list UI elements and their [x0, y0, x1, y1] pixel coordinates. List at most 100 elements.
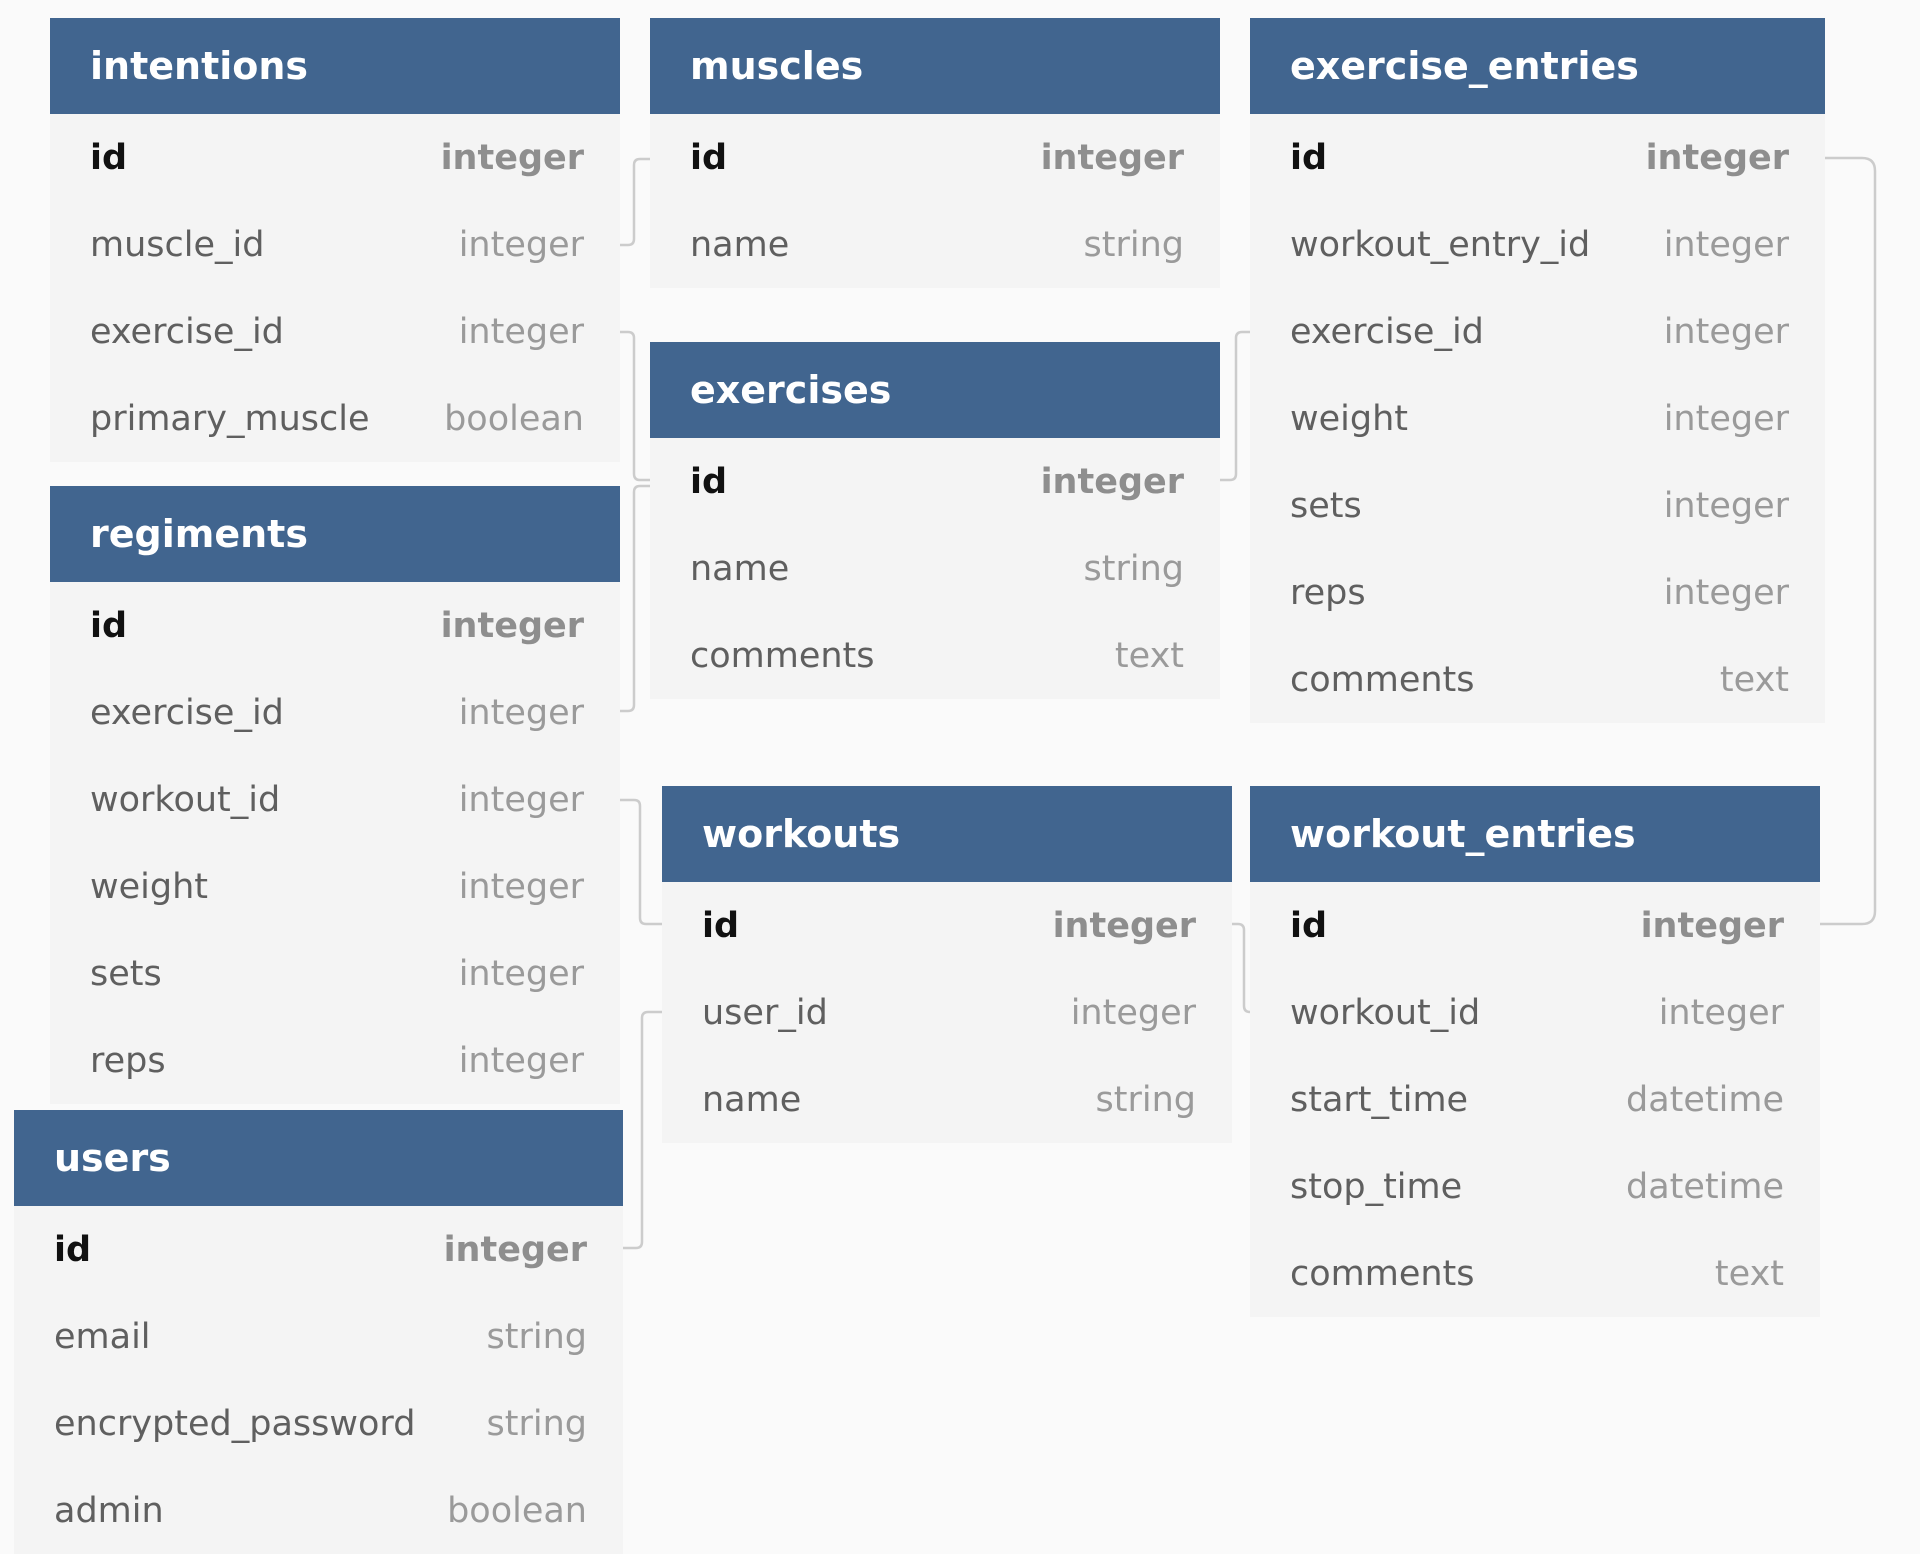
column-name: id: [702, 905, 740, 946]
column-type: integer: [458, 953, 584, 994]
column-row-id: id integer: [1250, 882, 1820, 969]
column-row-workout-entry-id: workout_entry_id integer: [1250, 201, 1825, 288]
column-name: reps: [90, 1040, 166, 1081]
column-type: string: [1095, 1079, 1196, 1120]
column-name: name: [690, 548, 790, 589]
column-name: admin: [54, 1490, 164, 1531]
table-regiments[interactable]: regiments id integer exercise_id integer work…: [50, 486, 620, 1104]
column-type: text: [1714, 1253, 1784, 1294]
column-type: string: [486, 1316, 587, 1357]
column-type: integer: [458, 692, 584, 733]
column-row-name: name string: [650, 201, 1220, 288]
column-row-exercise-id: exercise_id integer: [1250, 288, 1825, 375]
column-type: boolean: [447, 1490, 587, 1531]
column-name: comments: [1290, 1253, 1475, 1294]
column-type: integer: [1040, 137, 1184, 178]
column-name: name: [702, 1079, 802, 1120]
column-name: id: [1290, 137, 1328, 178]
column-row-admin: admin boolean: [14, 1467, 623, 1554]
column-type: integer: [458, 311, 584, 352]
column-name: weight: [90, 866, 209, 907]
column-name: id: [690, 461, 728, 502]
column-row-sets: sets integer: [1250, 462, 1825, 549]
connector-regiments-workouts: [620, 798, 662, 926]
column-name: comments: [1290, 659, 1475, 700]
column-type: integer: [1070, 992, 1196, 1033]
column-row-exercise-id: exercise_id integer: [50, 669, 620, 756]
table-title-exercises: exercises: [650, 342, 1220, 438]
column-type: datetime: [1626, 1079, 1784, 1120]
column-row-user-id: user_id integer: [662, 969, 1232, 1056]
column-row-email: email string: [14, 1293, 623, 1380]
column-name: id: [54, 1229, 92, 1270]
column-row-id: id integer: [50, 114, 620, 201]
column-row-encrypted-password: encrypted_password string: [14, 1380, 623, 1467]
table-exercise-entries[interactable]: exercise_entries id integer workout_entry_i…: [1250, 18, 1825, 723]
column-type: string: [486, 1403, 587, 1444]
column-name: workout_id: [90, 779, 281, 820]
column-type: boolean: [444, 398, 584, 439]
column-row-weight: weight integer: [1250, 375, 1825, 462]
column-row-id: id integer: [50, 582, 620, 669]
column-name: encrypted_password: [54, 1403, 416, 1444]
column-name: id: [90, 605, 128, 646]
column-type: text: [1719, 659, 1789, 700]
column-row-id: id integer: [1250, 114, 1825, 201]
column-name: user_id: [702, 992, 828, 1033]
table-title-muscles: muscles: [650, 18, 1220, 114]
table-workouts[interactable]: workouts id integer user_id integer name strin…: [662, 786, 1232, 1143]
column-row-weight: weight integer: [50, 843, 620, 930]
table-intentions[interactable]: intentions id integer muscle_id integer exerc…: [50, 18, 620, 462]
column-row-sets: sets integer: [50, 930, 620, 1017]
column-name: workout_entry_id: [1290, 224, 1591, 265]
table-title-users: users: [14, 1110, 623, 1206]
column-name: name: [690, 224, 790, 265]
table-workout-entries[interactable]: workout_entries id integer workout_id intege…: [1250, 786, 1820, 1317]
table-title-intentions: intentions: [50, 18, 620, 114]
column-row-comments: comments text: [650, 612, 1220, 699]
column-name: weight: [1290, 398, 1409, 439]
column-name: sets: [1290, 485, 1362, 526]
column-row-id: id integer: [650, 114, 1220, 201]
table-exercises[interactable]: exercises id integer name string comments text: [650, 342, 1220, 699]
table-title-workouts: workouts: [662, 786, 1232, 882]
column-type: string: [1083, 548, 1184, 589]
column-row-id: id integer: [14, 1206, 623, 1293]
column-row-workout-id: workout_id integer: [50, 756, 620, 843]
column-row-primary-muscle: primary_muscle boolean: [50, 375, 620, 462]
column-type: datetime: [1626, 1166, 1784, 1207]
column-row-exercise-id: exercise_id integer: [50, 288, 620, 375]
column-type: integer: [443, 1229, 587, 1270]
table-muscles[interactable]: muscles id integer name string: [650, 18, 1220, 288]
column-type: string: [1083, 224, 1184, 265]
column-type: integer: [440, 137, 584, 178]
column-row-id: id integer: [650, 438, 1220, 525]
column-row-id: id integer: [662, 882, 1232, 969]
column-type: integer: [1645, 137, 1789, 178]
column-name: reps: [1290, 572, 1366, 613]
er-diagram: intentions id integer muscle_id integer exerc…: [0, 0, 1920, 1554]
column-row-name: name string: [662, 1056, 1232, 1143]
connector-workouts-workout-entries: [1232, 922, 1251, 1014]
column-name: comments: [690, 635, 875, 676]
column-type: integer: [1640, 905, 1784, 946]
column-type: integer: [1052, 905, 1196, 946]
column-type: integer: [1040, 461, 1184, 502]
column-row-reps: reps integer: [1250, 549, 1825, 636]
column-name: workout_id: [1290, 992, 1481, 1033]
column-type: integer: [1663, 398, 1789, 439]
column-name: stop_time: [1290, 1166, 1463, 1207]
column-name: muscle_id: [90, 224, 265, 265]
column-name: primary_muscle: [90, 398, 370, 439]
column-type: integer: [458, 779, 584, 820]
column-type: integer: [458, 224, 584, 265]
column-type: integer: [458, 1040, 584, 1081]
column-name: email: [54, 1316, 151, 1357]
column-name: exercise_id: [90, 692, 284, 733]
column-type: integer: [440, 605, 584, 646]
column-row-comments: comments text: [1250, 1230, 1820, 1317]
column-name: start_time: [1290, 1079, 1469, 1120]
column-row-reps: reps integer: [50, 1017, 620, 1104]
table-users[interactable]: users id integer email string encrypted_passw…: [14, 1110, 623, 1554]
connector-exercise-entries-exercises: [1220, 330, 1250, 482]
